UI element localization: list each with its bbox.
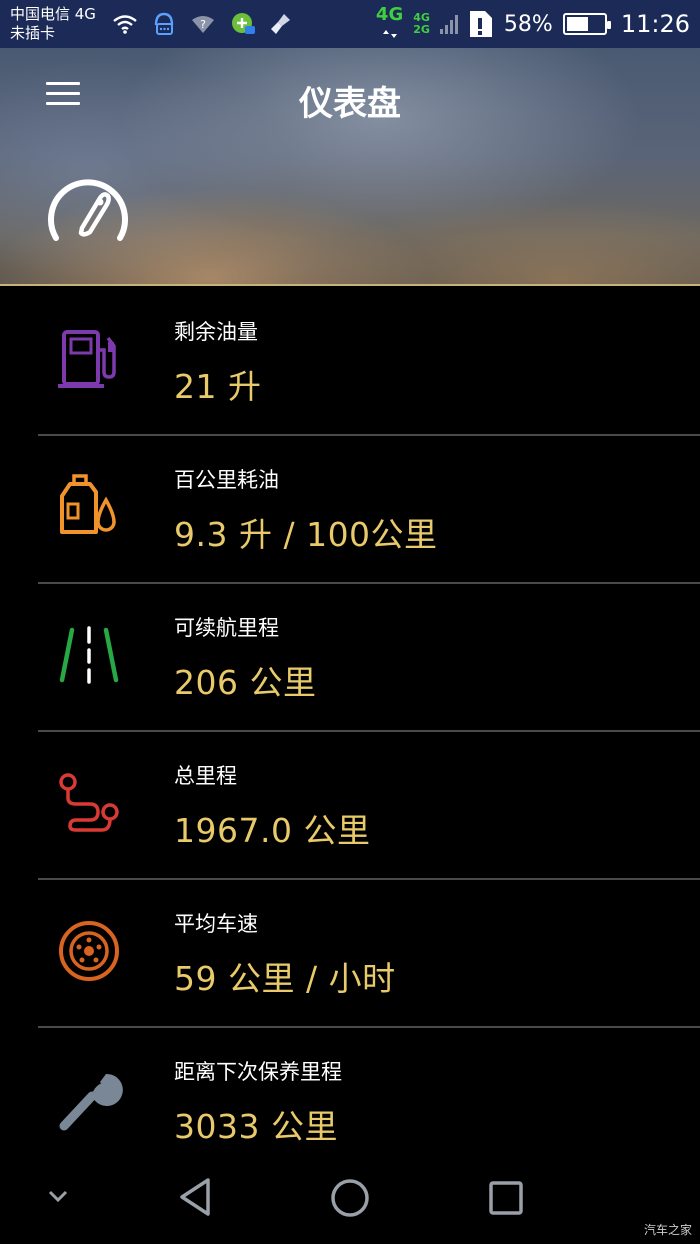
route-icon — [59, 773, 119, 832]
item-label: 平均车速 — [174, 912, 258, 936]
item-label: 可续航里程 — [174, 616, 279, 640]
road-icon — [59, 626, 119, 684]
oil-can-drop-icon — [60, 474, 116, 534]
list-item-next-service[interactable]: 距离下次保养里程 3033 公里 — [0, 1028, 700, 1176]
fuel-pump-icon — [58, 330, 116, 388]
item-value: 1967.0 公里 — [174, 811, 371, 850]
navigation-bar: 汽车之家 — [0, 1156, 700, 1244]
back-triangle-icon[interactable] — [176, 1176, 216, 1218]
item-value: 3033 公里 — [174, 1107, 338, 1146]
speedometer-icon — [48, 179, 128, 241]
list-item-fuel-consumption[interactable]: 百公里耗油 9.3 升 / 100公里 — [0, 436, 700, 584]
cleaner-icon — [271, 14, 290, 34]
page-title: 仪表盘 — [299, 84, 401, 124]
item-label: 百公里耗油 — [174, 468, 279, 492]
carrier-info: 中国电信 4G 未插卡 — [10, 5, 110, 43]
svg-text:?: ? — [200, 18, 206, 31]
chevron-down-icon[interactable] — [46, 1186, 70, 1206]
sim-status: 未插卡 — [10, 24, 56, 42]
wifi-icon — [113, 15, 137, 34]
item-value: 21 升 — [174, 367, 262, 406]
watermark: 汽车之家 — [643, 1223, 692, 1237]
wheel-icon — [59, 921, 119, 981]
carrier-name: 中国电信 4G — [10, 5, 96, 23]
app-notification-icon — [232, 13, 255, 34]
wrench-icon — [59, 1073, 123, 1131]
list-item-total-mileage[interactable]: 总里程 1967.0 公里 — [0, 732, 700, 880]
dashboard-header: 仪表盘 — [0, 48, 700, 286]
sim-alert-icon — [469, 11, 492, 37]
assistant-icon — [154, 12, 174, 35]
item-value: 9.3 升 / 100公里 — [174, 515, 438, 554]
home-circle-icon[interactable] — [330, 1178, 370, 1218]
item-label: 距离下次保养里程 — [174, 1060, 342, 1084]
status-bar: 中国电信 4G 未插卡 ? 4G 4G 2G 58% 11:26 — [0, 0, 700, 48]
item-label: 剩余油量 — [174, 320, 258, 344]
clock: 11:26 — [620, 10, 690, 38]
signal-bars-icon — [439, 15, 458, 34]
battery-percent: 58% — [503, 11, 553, 37]
recents-square-icon[interactable] — [488, 1180, 524, 1216]
network-4g-indicator: 4G — [376, 6, 403, 42]
network-secondary-indicator: 4G 2G — [413, 11, 430, 36]
item-label: 总里程 — [174, 764, 237, 788]
battery-icon — [562, 13, 611, 35]
list-item-range[interactable]: 可续航里程 206 公里 — [0, 584, 700, 732]
metrics-list: 剩余油量 21 升 百公里耗油 9.3 升 / 100公里 可续航里程 206 … — [0, 288, 700, 1176]
item-value: 59 公里 / 小时 — [174, 959, 396, 998]
list-item-average-speed[interactable]: 平均车速 59 公里 / 小时 — [0, 880, 700, 1028]
wifi-question-icon: ? — [192, 16, 214, 33]
item-value: 206 公里 — [174, 663, 317, 702]
list-item-fuel-remaining[interactable]: 剩余油量 21 升 — [0, 288, 700, 436]
